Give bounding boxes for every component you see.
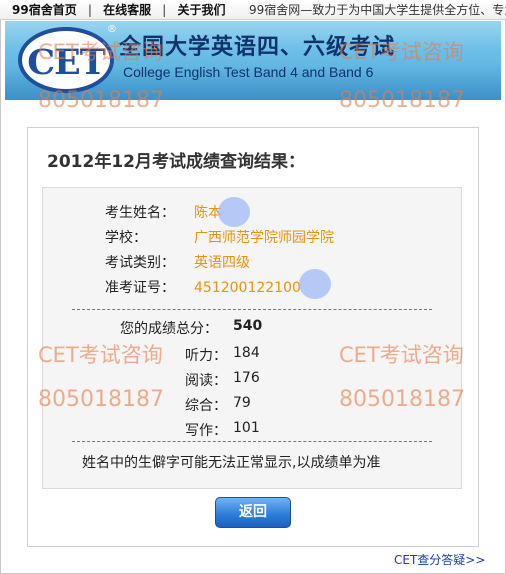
banner-subtitle: College English Test Band 4 and Band 6 xyxy=(123,64,374,80)
reading-value: 176 xyxy=(233,370,260,386)
writing-label: 写作： xyxy=(185,423,227,439)
site-slogan: 99宿舍网—致力于为中国大学生提供全方位、专业 xyxy=(249,3,506,17)
name-label: 考生姓名： xyxy=(105,205,175,221)
top-nav-bar: 99宿舍首页 | 在线客服 | 关于我们 99宿舍网—致力于为中国大学生提供全方位、专业 xyxy=(0,0,506,20)
rare-character-notice: 姓名中的生僻字可能无法正常显示,以成绩单为准 xyxy=(82,455,381,471)
cet-logo: CET xyxy=(18,27,114,93)
nav-about-link[interactable]: 关于我们 xyxy=(178,3,226,17)
exam-type-value: 英语四级 xyxy=(194,255,250,271)
faq-link[interactable]: CET查分答疑>> xyxy=(394,551,485,568)
registered-mark: ® xyxy=(107,24,117,35)
back-button[interactable]: 返回 xyxy=(215,497,291,528)
comprehensive-label: 综合： xyxy=(185,398,227,414)
divider-bottom xyxy=(72,441,432,442)
school-row: 学校： 广西师范学院师园学院 xyxy=(0,228,506,248)
privacy-blur-dot xyxy=(299,269,331,299)
comprehensive-value: 79 xyxy=(233,395,251,411)
divider-top xyxy=(72,309,432,310)
school-value: 广西师范学院师园学院 xyxy=(194,230,334,246)
privacy-blur-dot xyxy=(218,197,250,227)
cet-logo-text: CET xyxy=(27,42,106,83)
banner-title: 全国大学英语四、六级考试 xyxy=(119,35,396,60)
ticket-number-value: 451200122100 xyxy=(194,280,301,296)
nav-separator: | xyxy=(162,3,167,17)
reading-label: 阅读： xyxy=(185,373,227,389)
candidate-name-row: 考生姓名： 陈本 xyxy=(0,203,506,223)
nav-home-link[interactable]: 99宿舍首页 xyxy=(12,3,77,17)
exam-type-row: 考试类别： 英语四级 xyxy=(0,253,506,273)
writing-value: 101 xyxy=(233,420,260,436)
ticket-number-label: 准考证号： xyxy=(105,280,175,296)
listening-value: 184 xyxy=(233,345,260,361)
total-score-label: 您的成绩总分： xyxy=(120,321,218,337)
nav-service-link[interactable]: 在线客服 xyxy=(103,3,151,17)
result-title: 2012年12月考试成绩查询结果： xyxy=(47,152,305,172)
ticket-number-row: 准考证号： 451200122100 xyxy=(0,278,506,298)
total-score-value: 540 xyxy=(233,318,263,334)
exam-type-label: 考试类别： xyxy=(105,255,175,271)
listening-label: 听力： xyxy=(185,348,227,364)
nav-separator: | xyxy=(87,3,93,17)
cet-banner: CET ® 全国大学英语四、六级考试 College English Test … xyxy=(5,21,501,100)
school-label: 学校： xyxy=(105,230,147,246)
